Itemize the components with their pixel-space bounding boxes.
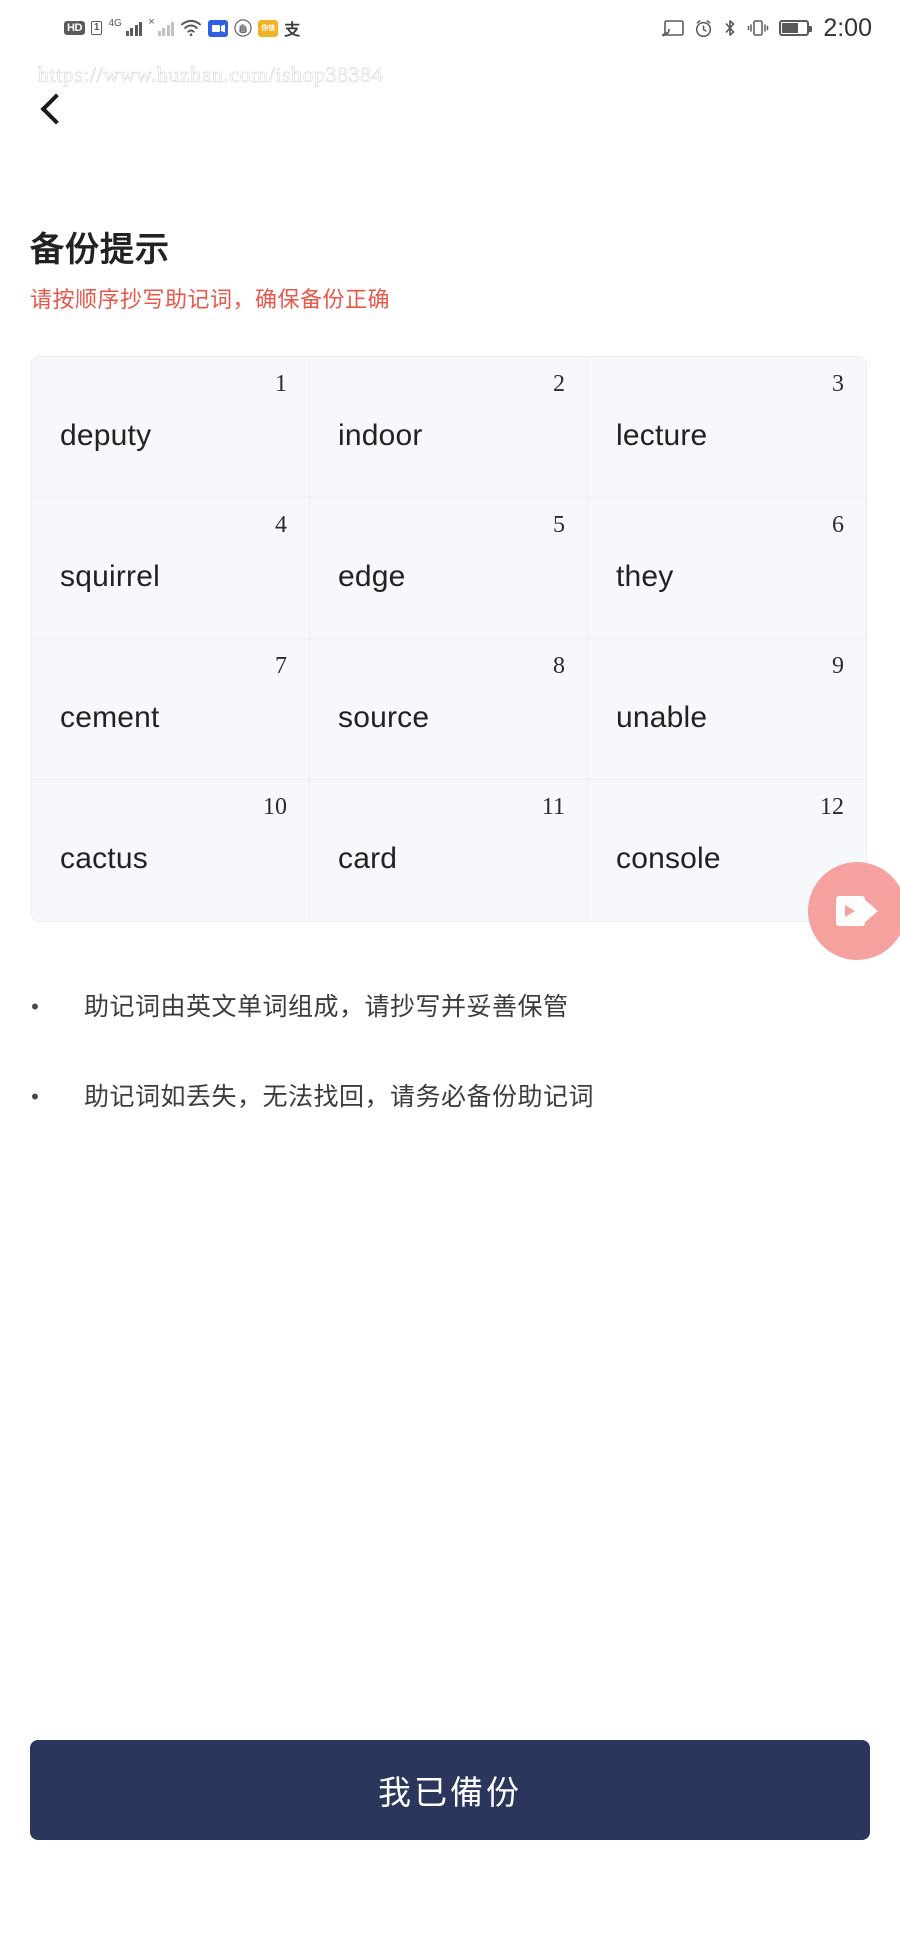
mnemonic-cell: 7 cement	[32, 639, 310, 780]
list-item: • 助记词由英文单词组成，请抄写并妥善保管	[30, 990, 790, 1024]
mnemonic-index: 11	[541, 794, 565, 820]
mnemonic-index: 3	[832, 371, 844, 397]
mnemonic-cell: 2 indoor	[310, 357, 588, 498]
confirm-backup-button[interactable]: 我已備份	[30, 1740, 870, 1840]
mnemonic-cell: 5 edge	[310, 498, 588, 639]
watermark-url: https://www.huzhan.com/ishop38384	[38, 62, 384, 88]
wifi-icon	[180, 19, 202, 37]
app-screen: HD 1 4G × 你信 支 2:00 https://www.huzhan.c…	[0, 0, 900, 1950]
list-item: • 助记词如丢失，无法找回，请务必备份助记词	[30, 1080, 790, 1114]
alipay-icon: 支	[284, 22, 301, 39]
cast-icon	[662, 19, 685, 38]
note-text: 助记词由英文单词组成，请抄写并妥善保管	[84, 993, 569, 1021]
notes-list: • 助记词由英文单词组成，请抄写并妥善保管 • 助记词如丢失，无法找回，请务必备…	[30, 990, 790, 1170]
video-app-icon	[208, 19, 229, 37]
page-subtitle-warning: 请按顺序抄写助记词，确保备份正确	[30, 287, 391, 312]
bullet-icon: •	[31, 994, 39, 1019]
chevron-left-icon	[39, 93, 72, 125]
mnemonic-cell: 11 card	[310, 780, 588, 921]
mnemonic-index: 4	[275, 512, 287, 538]
credit-app-icon: 你信	[258, 19, 279, 37]
mnemonic-index: 12	[820, 794, 844, 820]
mnemonic-cell: 1 deputy	[32, 357, 310, 498]
bluetooth-icon	[723, 18, 737, 38]
mnemonic-cell: 8 source	[310, 639, 588, 780]
hd-icon: HD	[64, 20, 85, 36]
mnemonic-index: 8	[553, 653, 565, 679]
floating-video-record-button[interactable]	[808, 862, 900, 960]
mnemonic-word: card	[338, 842, 398, 875]
status-bar-right-icons: 2:00	[662, 14, 872, 43]
hand-gesture-icon	[234, 19, 252, 37]
signal-4g-icon	[125, 20, 143, 36]
status-bar-left-icons: HD 1 4G × 你信 支	[64, 16, 300, 40]
mnemonic-word: cement	[60, 701, 160, 734]
sim-card-icon: 1	[90, 21, 103, 35]
mnemonic-cell: 10 cactus	[32, 780, 310, 921]
mnemonic-word: unable	[616, 701, 708, 734]
mnemonic-grid: 1 deputy 2 indoor 3 lecture 4 squirrel 5 edge 6 the…	[31, 356, 867, 922]
video-camera-icon	[836, 896, 878, 926]
mnemonic-cell: 4 squirrel	[32, 498, 310, 639]
back-button[interactable]	[22, 78, 82, 140]
mnemonic-index: 5	[553, 512, 565, 538]
clock-label: 2:00	[823, 13, 872, 42]
mnemonic-cell: 9 unable	[588, 639, 866, 780]
mnemonic-index: 6	[832, 512, 844, 538]
battery-icon	[779, 20, 813, 36]
vibrate-icon	[747, 18, 769, 38]
mnemonic-index: 7	[275, 653, 287, 679]
signal-4g-label: 4G	[108, 18, 122, 29]
mnemonic-cell: 6 they	[588, 498, 866, 639]
mnemonic-cell: 3 lecture	[588, 357, 866, 498]
mnemonic-index: 9	[832, 653, 844, 679]
signal-no-service-icon	[157, 20, 175, 36]
note-text: 助记词如丢失，无法找回，请务必备份助记词	[84, 1083, 595, 1111]
bullet-icon: •	[31, 1084, 39, 1109]
status-bar: HD 1 4G × 你信 支 2:00	[0, 0, 900, 56]
mnemonic-word: console	[616, 842, 721, 875]
mnemonic-word: indoor	[338, 419, 423, 452]
mnemonic-word: deputy	[60, 419, 152, 452]
mnemonic-index: 2	[553, 371, 565, 397]
page-title: 备份提示	[30, 231, 170, 269]
mnemonic-word: squirrel	[60, 560, 160, 593]
mnemonic-word: lecture	[616, 419, 708, 452]
mnemonic-index: 1	[275, 371, 287, 397]
mnemonic-word: they	[616, 560, 674, 593]
mnemonic-word: edge	[338, 560, 406, 593]
alarm-icon	[694, 19, 713, 38]
mnemonic-word: source	[338, 701, 430, 734]
mnemonic-word: cactus	[60, 842, 148, 875]
signal-no-service-label: ×	[148, 16, 155, 28]
mnemonic-index: 10	[263, 794, 287, 820]
